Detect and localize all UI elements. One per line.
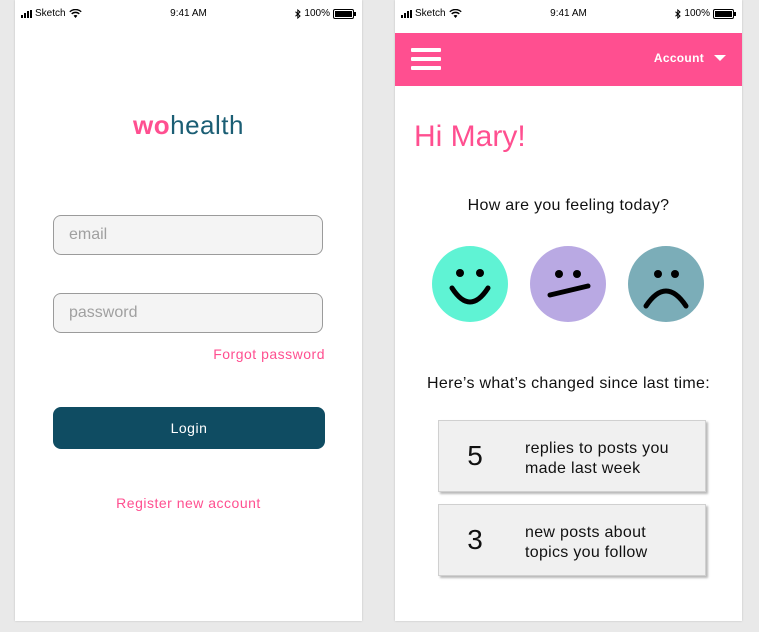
neutral-face-icon[interactable]	[530, 246, 606, 322]
new-posts-count: 3	[467, 524, 483, 555]
greeting-title: Hi Mary!	[414, 120, 526, 153]
status-right: 100%	[295, 8, 356, 19]
status-bar: Sketch 9:41 AM 100%	[395, 0, 742, 28]
status-right: 100%	[675, 8, 736, 19]
account-label: Account	[653, 51, 704, 65]
bluetooth-icon	[675, 8, 682, 19]
login-screen: Sketch 9:41 AM 100% wohealth Forgot pass…	[15, 0, 362, 621]
logo-wo: wo	[133, 110, 171, 140]
battery-percent: 100%	[304, 8, 330, 19]
home-screen: Sketch 9:41 AM 100% Account Hi Mary! How…	[395, 0, 742, 621]
replies-text: replies to posts you made last week	[525, 439, 697, 479]
new-posts-text: new posts about topics you follow	[525, 523, 697, 563]
happy-face-icon[interactable]	[432, 246, 508, 322]
new-posts-text-line1: new posts about	[525, 524, 647, 541]
app-logo: wohealth	[15, 110, 362, 141]
battery-icon	[333, 8, 356, 19]
battery-icon	[713, 8, 736, 19]
battery-percent: 100%	[684, 8, 710, 19]
new-posts-text-line2: topics you follow	[525, 544, 648, 561]
changes-title: Here’s what’s changed since last time:	[427, 375, 710, 392]
login-button[interactable]: Login	[53, 407, 325, 449]
replies-text-line1: replies to posts you	[525, 440, 669, 457]
chevron-down-icon	[714, 55, 726, 61]
email-field[interactable]	[53, 215, 323, 255]
register-account-link[interactable]: Register new account	[15, 495, 362, 511]
replies-text-line2: made last week	[525, 460, 641, 477]
sad-face-icon[interactable]	[628, 246, 704, 322]
forgot-password-link[interactable]: Forgot password	[213, 346, 325, 362]
replies-count: 5	[467, 440, 483, 471]
logo-health: health	[170, 110, 244, 140]
account-menu[interactable]: Account	[654, 51, 726, 65]
mood-question: How are you feeling today?	[467, 197, 670, 214]
nav-bar: Account	[395, 33, 742, 86]
password-field[interactable]	[53, 293, 323, 333]
bluetooth-icon	[295, 8, 302, 19]
replies-card[interactable]: 5 replies to posts you made last week	[438, 420, 706, 492]
menu-icon[interactable]	[411, 48, 441, 70]
new-posts-card[interactable]: 3 new posts about topics you follow	[438, 504, 706, 576]
status-bar: Sketch 9:41 AM 100%	[15, 0, 362, 28]
